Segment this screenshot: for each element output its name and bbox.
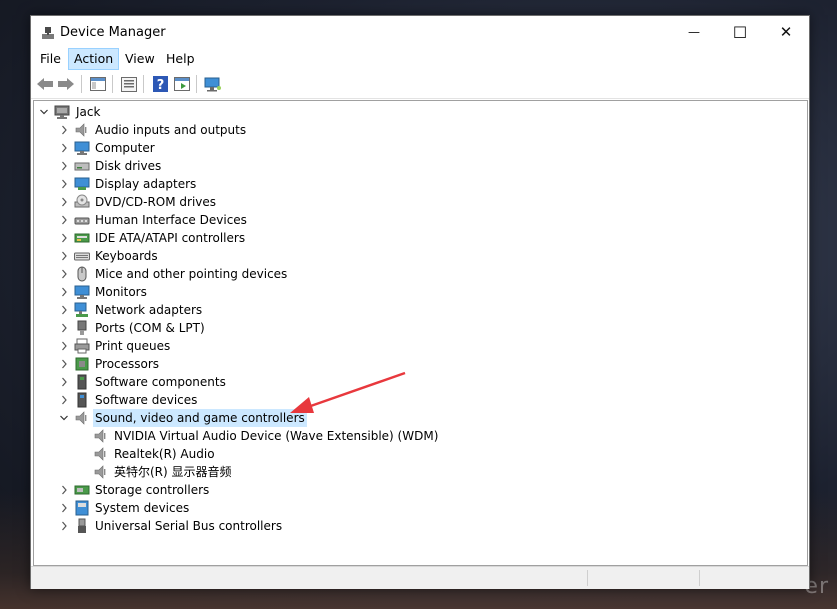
annotation-arrow-shaft	[304, 371, 406, 410]
annotation-arrow-head	[290, 397, 314, 413]
annotation-arrow	[290, 371, 406, 413]
